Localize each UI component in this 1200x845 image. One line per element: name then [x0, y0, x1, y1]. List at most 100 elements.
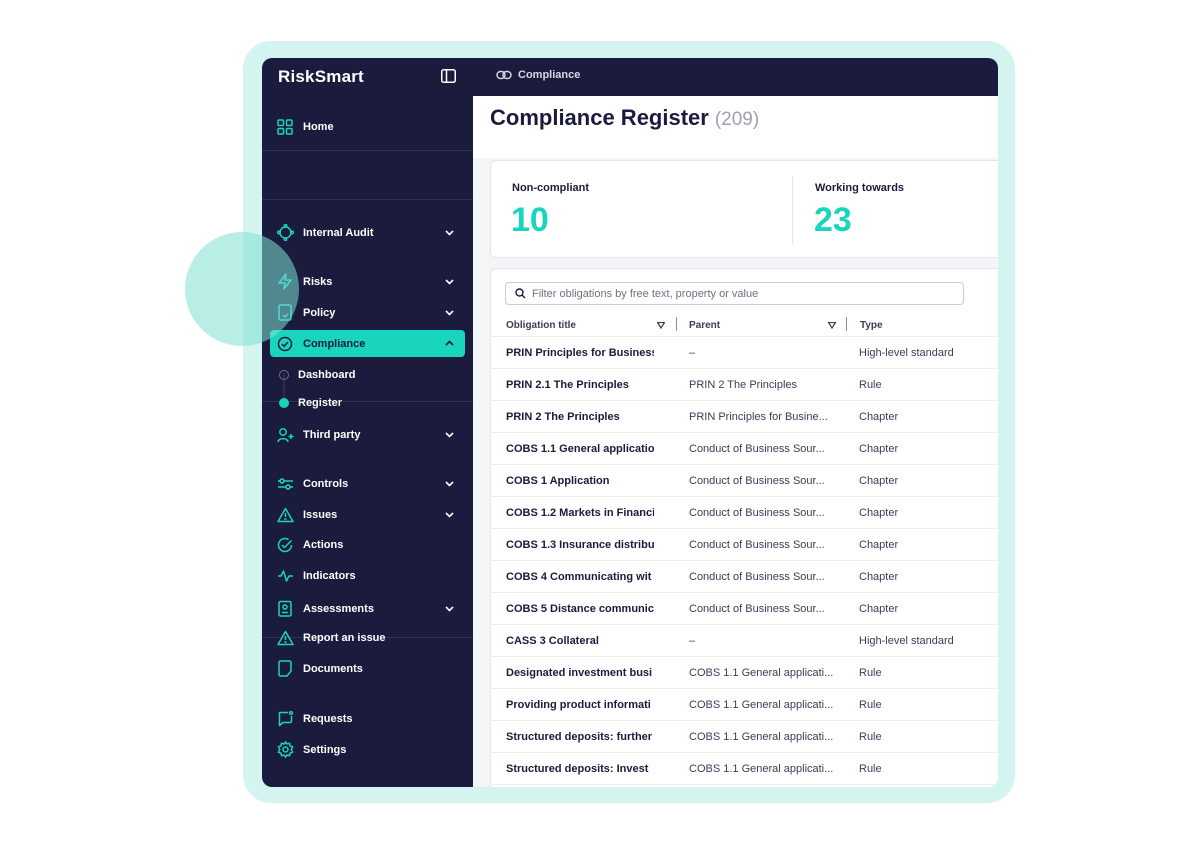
table-row[interactable]: Structured deposits: further COBS 1.1 Gen…	[490, 721, 998, 753]
sidebar-item-third-party[interactable]: Third party	[270, 421, 465, 448]
chat-icon	[276, 710, 294, 728]
sidebar-item-policy[interactable]: Policy	[270, 299, 465, 326]
cell-parent: COBS 1.1 General applicati...	[689, 667, 834, 679]
cell-type: Chapter	[859, 475, 899, 487]
sidebar-item-requests[interactable]: Requests	[270, 705, 465, 732]
chevron-up-icon	[445, 340, 454, 346]
link-icon	[496, 70, 512, 80]
cell-parent: Conduct of Business Sour...	[689, 571, 825, 583]
cell-obligation-title: COBS 1 Application	[506, 475, 610, 487]
highlight-circle	[185, 232, 299, 346]
cell-parent: –	[689, 347, 696, 359]
sidebar-item-label: Compliance	[303, 337, 366, 350]
sidebar-item-label: Settings	[303, 743, 347, 756]
cell-type: Rule	[859, 667, 882, 679]
cell-obligation-title: Designated investment busi	[506, 667, 653, 679]
sidebar-item-label: Policy	[303, 306, 336, 319]
sidebar-item-label: Indicators	[303, 569, 356, 582]
sidebar-item-assessments[interactable]: Assessments	[270, 595, 465, 622]
cell-obligation-title: PRIN 2.1 The Principles	[506, 379, 629, 391]
cell-parent: Conduct of Business Sour...	[689, 443, 825, 455]
table-row[interactable]: Structured deposits: Invest COBS 1.1 Gene…	[490, 753, 998, 785]
sidebar-item-report-an-issue[interactable]: Report an issue	[270, 624, 465, 651]
cell-parent: Conduct of Business Sour...	[689, 603, 825, 615]
sidebar-divider	[262, 401, 473, 402]
table-row[interactable]: PRIN 2.1 The Principles PRIN 2 The Princi…	[490, 369, 998, 401]
sidebar-item-risks[interactable]: Risks	[270, 268, 465, 295]
page-title-text: Compliance Register	[490, 105, 709, 130]
cell-parent: COBS 1.1 General applicati...	[689, 763, 834, 775]
sidebar-item-indicators[interactable]: Indicators	[270, 562, 465, 589]
table-row[interactable]: COBS 1 Application Conduct of Business So…	[490, 465, 998, 497]
cell-obligation-title: COBS 5 Distance communic	[506, 603, 654, 615]
sidebar-item-label: Risks	[303, 275, 333, 288]
table-row[interactable]: COBS 1.3 Insurance distribut Conduct of B…	[490, 529, 998, 561]
sidebar-item-compliance[interactable]: Compliance	[270, 330, 465, 357]
sidebar-item-settings[interactable]: Settings	[270, 736, 465, 763]
sort-down-icon[interactable]	[828, 322, 836, 329]
sidebar-item-label: Assessments	[303, 602, 374, 615]
table-row[interactable]: PRIN 2 The Principles PRIN Principles for…	[490, 401, 998, 433]
stat-label-working-towards: Working towards	[815, 182, 905, 194]
submenu-dot	[279, 370, 289, 380]
sliders-icon	[276, 475, 294, 493]
sidebar-toggle-icon[interactable]	[441, 69, 456, 83]
chevron-down-icon	[445, 481, 454, 487]
cell-type: High-level standard	[859, 347, 954, 359]
chevron-down-icon	[445, 279, 454, 285]
sidebar-item-label: Controls	[303, 477, 349, 490]
table-row[interactable]: COBS 5 Distance communic Conduct of Busin…	[490, 593, 998, 625]
column-header-parent[interactable]: Parent	[689, 320, 720, 331]
top-bar: RiskSmart Compliance	[262, 58, 998, 96]
sidebar-divider	[262, 199, 473, 200]
cell-type: Rule	[859, 763, 882, 775]
search-icon	[515, 288, 526, 299]
table-row[interactable]: Designated investment busi COBS 1.1 Gener…	[490, 657, 998, 689]
sidebar-item-actions[interactable]: Actions	[270, 531, 465, 558]
column-header-obligation-title[interactable]: Obligation title	[506, 320, 576, 331]
cell-type: Chapter	[859, 603, 899, 615]
table-row[interactable]: COBS 4 Communicating wit Conduct of Busin…	[490, 561, 998, 593]
audit-icon	[276, 224, 294, 242]
grid-icon	[276, 118, 294, 136]
cell-parent: COBS 1.1 General applicati...	[689, 699, 834, 711]
sidebar-subitem-register[interactable]: Register	[298, 397, 342, 409]
cell-parent: –	[689, 635, 696, 647]
sidebar-item-internal-audit[interactable]: Internal Audit	[270, 219, 465, 246]
sidebar-subitem-dashboard[interactable]: Dashboard	[298, 369, 355, 381]
cell-parent: COBS 1.1 General applicati...	[689, 731, 834, 743]
cell-type: Chapter	[859, 443, 899, 455]
sidebar-item-label: Internal Audit	[303, 226, 374, 239]
cell-type: Rule	[859, 379, 882, 391]
breadcrumb[interactable]: Compliance	[496, 69, 580, 81]
table-row[interactable]: CASS 3 Collateral – High-level standard	[490, 625, 998, 657]
sidebar-item-label: Requests	[303, 712, 353, 725]
sidebar-item-home[interactable]: Home	[270, 113, 465, 140]
sidebar-item-issues[interactable]: Issues	[270, 501, 465, 528]
stat-label-non-compliant: Non-compliant	[512, 182, 589, 194]
column-divider[interactable]	[676, 317, 677, 331]
cell-obligation-title: CASS 3 Collateral	[506, 635, 599, 647]
table-row[interactable]: COBS 1.2 Markets in Financia Conduct of B…	[490, 497, 998, 529]
cell-type: Chapter	[859, 571, 899, 583]
cell-parent: Conduct of Business Sour...	[689, 539, 825, 551]
chevron-down-icon	[445, 310, 454, 316]
chevron-down-icon	[445, 230, 454, 236]
cell-obligation-title: COBS 1.2 Markets in Financia	[506, 507, 654, 519]
search-input[interactable]: Filter obligations by free text, propert…	[505, 282, 964, 305]
column-divider[interactable]	[846, 317, 847, 331]
sidebar-item-documents[interactable]: Documents	[270, 655, 465, 682]
table-row[interactable]: PRIN Principles for Businesses – High-leve…	[490, 337, 998, 369]
sidebar-item-label: Report an issue	[303, 631, 386, 644]
cell-parent: PRIN 2 The Principles	[689, 379, 798, 391]
cell-obligation-title: PRIN 2 The Principles	[506, 411, 620, 423]
breadcrumb-label: Compliance	[518, 69, 581, 81]
column-header-type[interactable]: Type	[860, 320, 883, 331]
sidebar: Home Internal Audit Risks Policy Complia…	[262, 96, 473, 787]
table-row[interactable]: Providing product informati COBS 1.1 Gene…	[490, 689, 998, 721]
table-row[interactable]: COBS 1.1 General application Conduct of B…	[490, 433, 998, 465]
logo: RiskSmart	[278, 67, 364, 86]
sidebar-item-controls[interactable]: Controls	[270, 470, 465, 497]
sidebar-item-label: Third party	[303, 428, 361, 441]
sort-down-icon[interactable]	[657, 322, 665, 329]
